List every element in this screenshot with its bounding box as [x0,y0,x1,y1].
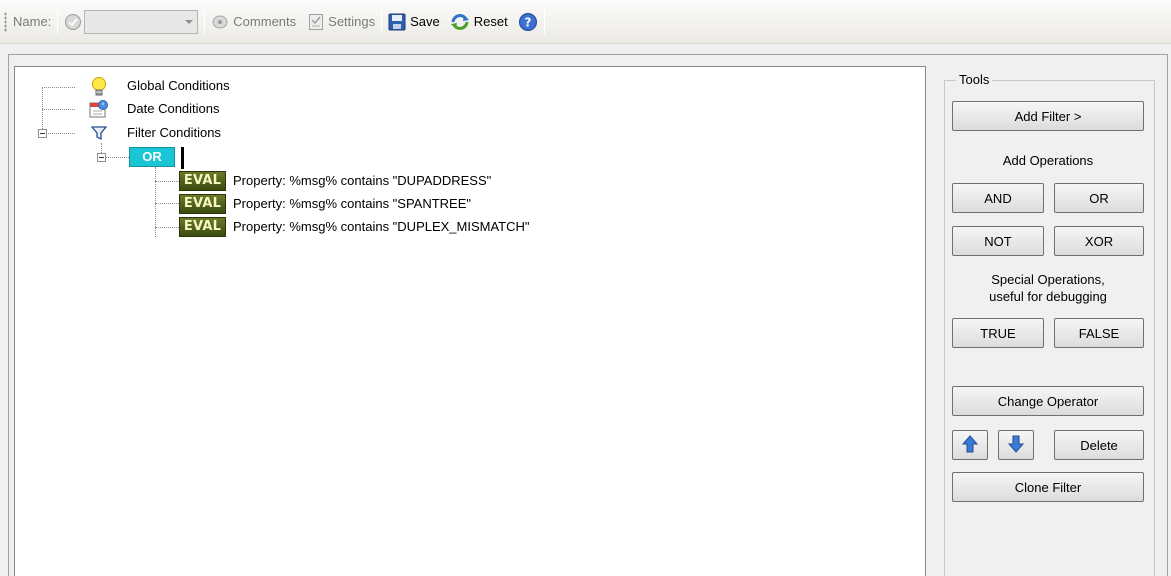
arrow-down-icon [1007,435,1025,456]
save-button[interactable]: Save [388,13,440,31]
collapse-filter-conditions[interactable] [38,129,47,138]
settings-label: Settings [328,14,376,29]
and-button[interactable]: AND [952,183,1044,213]
xor-button[interactable]: XOR [1054,226,1144,256]
comments-button[interactable]: Comments [211,13,296,31]
toolbar-separator [204,9,206,34]
false-button[interactable]: FALSE [1054,318,1144,348]
reset-icon [450,13,470,31]
tree-node-global-conditions[interactable]: Global Conditions [127,78,230,93]
save-label: Save [410,14,440,29]
name-label: Name: [13,14,52,29]
delete-button[interactable]: Delete [1054,430,1144,460]
settings-icon [308,13,324,31]
add-filter-button[interactable]: Add Filter > [952,101,1144,131]
reset-button[interactable]: Reset [450,13,508,31]
tree-line [155,181,179,182]
toolbar-separator [57,9,59,34]
tree-line [155,203,179,204]
special-operations-line2: useful for debugging [989,289,1107,304]
clone-filter-button[interactable]: Clone Filter [952,472,1144,502]
special-operations-label: Special Operations, useful for debugging [952,271,1144,305]
toolbar: Name: Comments Settings Save Reset ? [0,0,1171,44]
collapse-or-node[interactable] [97,153,106,162]
toolbar-grip[interactable] [4,11,7,32]
tools-title: Tools [956,72,993,87]
true-button[interactable]: TRUE [952,318,1044,348]
comments-label: Comments [233,14,297,29]
eval-condition[interactable]: Property: %msg% contains "DUPADDRESS" [233,173,491,188]
help-icon[interactable]: ? [518,12,538,32]
settings-button[interactable]: Settings [308,13,375,31]
tree-line [42,87,43,133]
move-down-button[interactable] [998,430,1034,460]
lightbulb-icon [89,76,109,101]
comments-icon [211,13,229,31]
text-caret [181,147,184,169]
or-operator-node[interactable]: OR [129,147,175,167]
tree-line [42,87,75,88]
chevron-down-icon[interactable] [185,19,194,24]
funnel-icon [90,125,108,144]
change-operator-button[interactable]: Change Operator [952,386,1144,416]
special-operations-line1: Special Operations, [991,272,1105,287]
tree-node-date-conditions[interactable]: Date Conditions [127,101,220,116]
tree-line [42,109,75,110]
eval-badge[interactable]: EVAL [179,194,226,214]
check-circle-icon[interactable] [64,13,82,31]
eval-condition[interactable]: Property: %msg% contains "DUPLEX_MISMATC… [233,219,530,234]
floppy-disk-icon [388,13,406,31]
tree-node-filter-conditions[interactable]: Filter Conditions [127,125,221,140]
add-operations-label: Add Operations [1002,153,1094,168]
name-combobox[interactable] [84,9,199,34]
calendar-icon [89,99,109,122]
filter-tree[interactable]: Global Conditions Date Conditions Filter… [14,66,926,576]
move-up-button[interactable] [952,430,988,460]
arrow-up-icon [961,434,979,456]
or-button[interactable]: OR [1054,183,1144,213]
toolbar-separator [381,9,383,34]
eval-badge[interactable]: EVAL [179,217,226,237]
eval-condition[interactable]: Property: %msg% contains "SPANTREE" [233,196,471,211]
svg-text:?: ? [524,15,531,29]
eval-badge[interactable]: EVAL [179,171,226,191]
tree-line [155,227,179,228]
reset-label: Reset [473,14,508,29]
toolbar-separator [543,9,545,34]
not-button[interactable]: NOT [952,226,1044,256]
